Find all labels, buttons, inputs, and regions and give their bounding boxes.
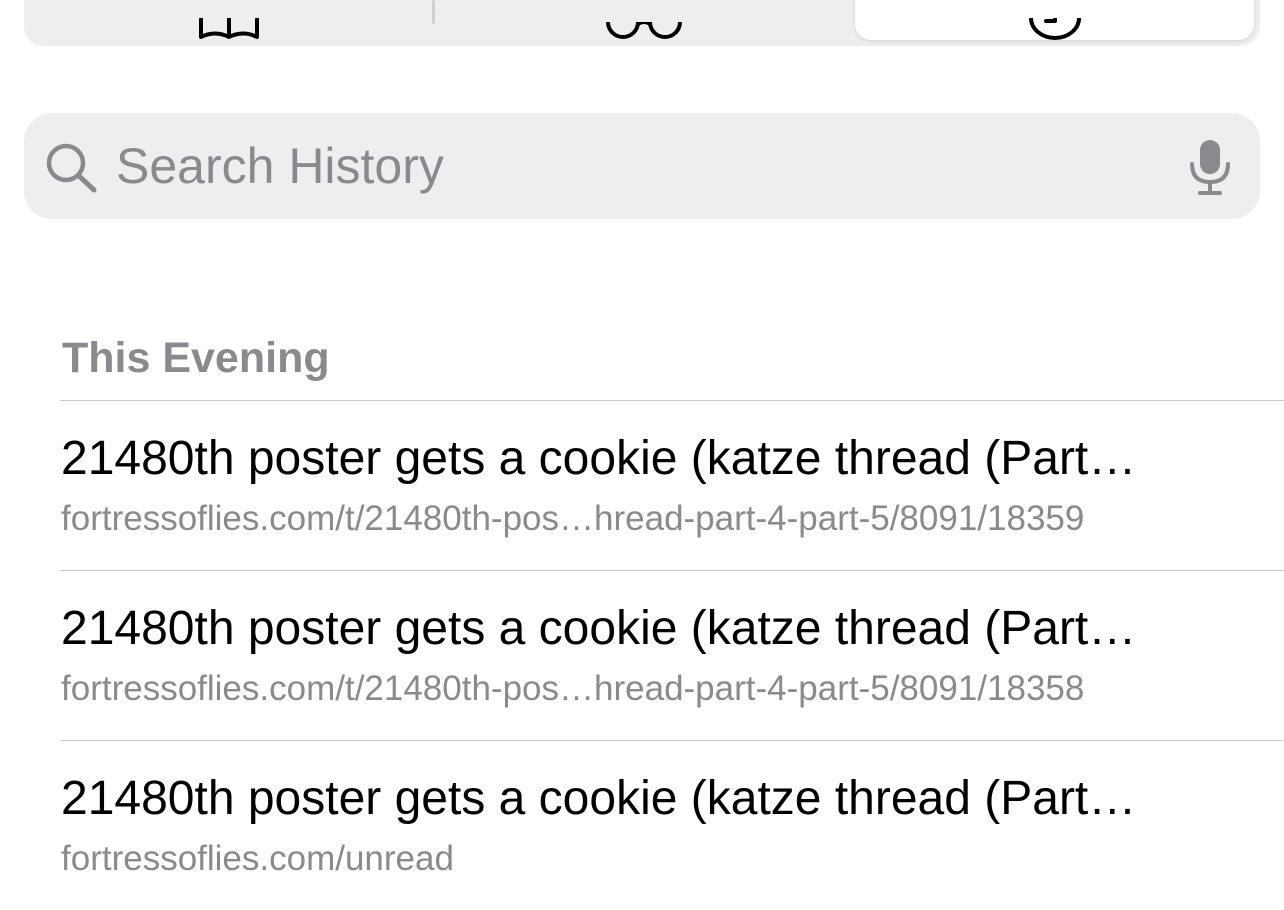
history-row[interactable]: 21480th poster gets a cookie (katze thre… [60,570,1284,740]
tab-reading-list[interactable] [433,0,855,40]
history-item-url: fortressoflies.com/t/21480th-pos…hread-p… [61,669,1085,708]
search-input[interactable] [112,128,1160,204]
microphone-icon[interactable] [1188,138,1232,196]
history-row[interactable]: 21480th poster gets a cookie (katze thre… [60,740,1284,910]
history-item-url: fortressoflies.com/t/21480th-pos…hread-p… [61,499,1085,538]
clock-icon [1028,18,1082,40]
section-header: This Evening [62,334,330,382]
book-icon [198,18,259,40]
history-item-title: 21480th poster gets a cookie (katze thre… [61,602,1137,655]
history-item-title: 21480th poster gets a cookie (katze thre… [61,772,1137,825]
search-icon [44,142,100,194]
history-row[interactable]: 21480th poster gets a cookie (katze thre… [60,400,1284,570]
tab-history[interactable] [855,0,1254,40]
segmented-control [24,0,1260,46]
history-list: 21480th poster gets a cookie (katze thre… [60,400,1284,910]
tab-bookmarks[interactable] [24,0,433,40]
history-item-title: 21480th poster gets a cookie (katze thre… [61,432,1137,485]
history-item-url: fortressoflies.com/unread [61,839,454,878]
glasses-icon [606,22,682,40]
